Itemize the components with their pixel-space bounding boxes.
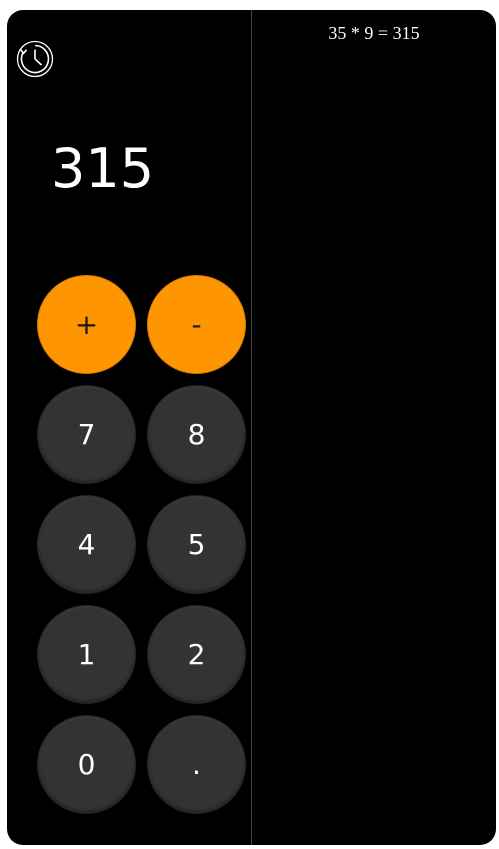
- key-1[interactable]: 1: [37, 605, 136, 704]
- calculator-app: 315 + - 7 8 4 5 1 2 0 . 35 * 9 = 315: [7, 10, 496, 845]
- key-8[interactable]: 8: [147, 385, 246, 484]
- decimal-key[interactable]: .: [147, 715, 246, 814]
- history-clock-icon: [16, 40, 54, 78]
- history-entry[interactable]: 35 * 9 = 315: [252, 23, 496, 44]
- history-panel: 35 * 9 = 315: [252, 10, 496, 845]
- key-2[interactable]: 2: [147, 605, 246, 704]
- history-button[interactable]: [16, 40, 54, 78]
- key-7[interactable]: 7: [37, 385, 136, 484]
- minus-key[interactable]: -: [147, 275, 246, 374]
- result-display: 315: [51, 137, 155, 200]
- plus-key[interactable]: +: [37, 275, 136, 374]
- key-4[interactable]: 4: [37, 495, 136, 594]
- calculator-panel: 315 + - 7 8 4 5 1 2 0 .: [7, 10, 251, 845]
- key-0[interactable]: 0: [37, 715, 136, 814]
- key-5[interactable]: 5: [147, 495, 246, 594]
